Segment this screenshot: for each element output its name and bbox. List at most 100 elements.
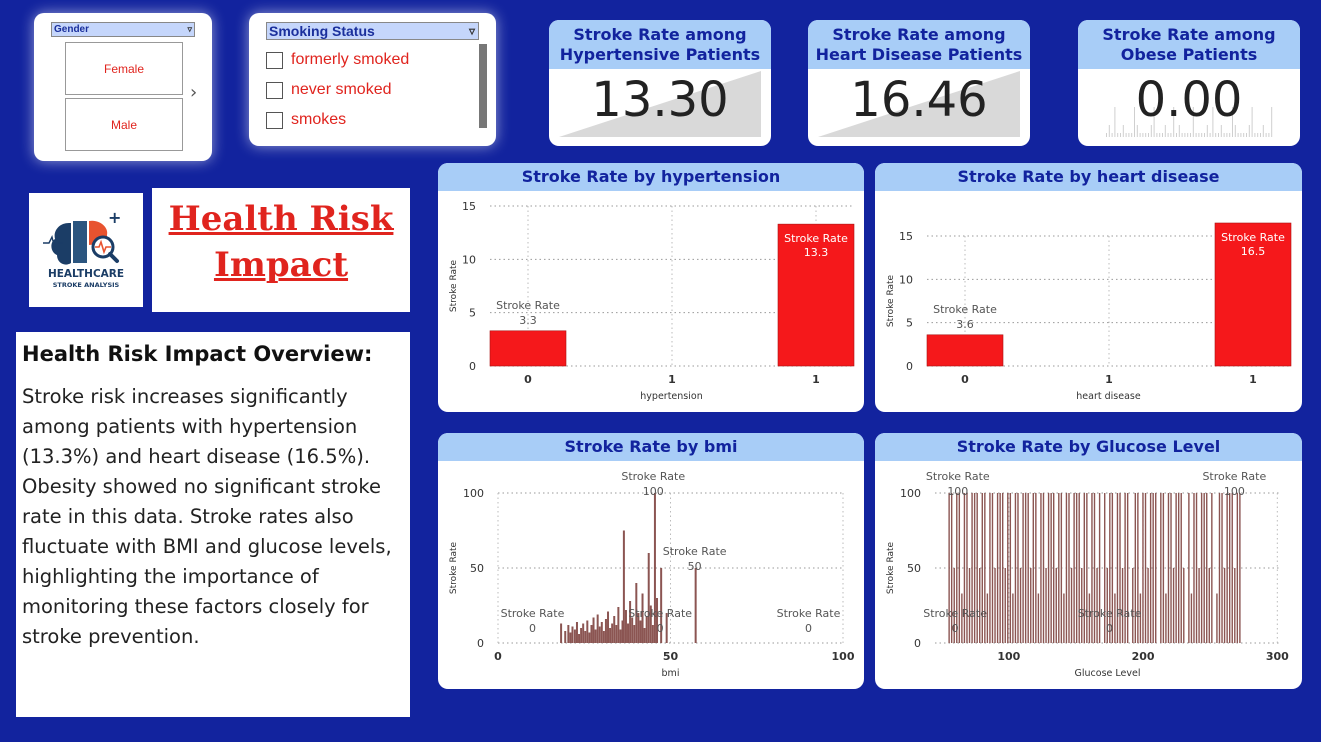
chart-title: Stroke Rate by hypertension <box>438 163 864 191</box>
scrollbar[interactable] <box>479 44 487 128</box>
gender-option-female[interactable]: Female <box>65 42 183 95</box>
y-tick-label: 5 <box>469 307 476 320</box>
bar <box>1134 493 1137 643</box>
data-label: Stroke Rate <box>784 232 848 245</box>
smoking-option-formerly-smoked[interactable]: formerly smoked <box>266 49 409 71</box>
bar <box>1137 493 1139 643</box>
x-axis-label: Glucose Level <box>1075 668 1141 679</box>
bar <box>1045 568 1047 643</box>
y-tick-label: 5 <box>906 317 913 330</box>
smoking-option-never-smoked[interactable]: never smoked <box>266 79 392 101</box>
sparkline-bar <box>1148 133 1149 137</box>
bar <box>609 628 612 643</box>
bar <box>1068 493 1070 643</box>
bar <box>622 530 625 643</box>
bar <box>694 568 697 643</box>
bar <box>1060 493 1063 643</box>
bar <box>575 622 578 643</box>
gender-slicer-title: Gender <box>54 24 90 35</box>
bar <box>1177 493 1180 643</box>
bar <box>971 493 973 643</box>
bar <box>1042 493 1045 643</box>
bar <box>1198 568 1200 643</box>
sparkline-bar <box>1159 133 1161 137</box>
data-label-value: 0 <box>805 622 812 635</box>
bar <box>1239 493 1241 643</box>
kpi-title: Stroke Rate among Heart Disease Patients <box>808 20 1030 69</box>
sparkline-bar <box>1156 133 1158 137</box>
bar <box>645 616 648 643</box>
gender-slicer: Gender ▿ Female Male › <box>34 13 212 161</box>
data-label-value: 100 <box>643 485 664 498</box>
bar <box>1218 493 1221 643</box>
checkbox[interactable] <box>266 111 283 129</box>
bar <box>569 632 572 643</box>
x-tick-label: 0 <box>494 650 502 663</box>
bar <box>1073 493 1075 643</box>
bar <box>1050 493 1052 643</box>
sparkline-bar <box>1120 133 1121 137</box>
svg-text:+: + <box>108 208 121 227</box>
page-title-box: Health Risk Impact <box>152 188 410 312</box>
x-tick-label: 1 <box>1249 373 1257 386</box>
bar <box>981 493 983 643</box>
data-label-value: 16.5 <box>1241 245 1266 258</box>
bar <box>973 493 976 643</box>
y-axis-label: Stroke Rate <box>449 541 459 594</box>
bar <box>1070 568 1073 643</box>
overview-text-box: Health Risk Impact Overview: Stroke risk… <box>16 332 410 717</box>
kpi-card-heart-disease: Stroke Rate among Heart Disease Patients… <box>808 20 1030 146</box>
smoking-option-smokes[interactable]: smokes <box>266 109 346 131</box>
bar <box>611 623 614 643</box>
bar <box>647 553 650 643</box>
sparkline-bar <box>1181 133 1183 137</box>
bar <box>984 493 986 643</box>
chart-title: Stroke Rate by bmi <box>438 433 864 461</box>
bar <box>1014 493 1017 643</box>
y-tick-label: 10 <box>899 273 913 286</box>
chevron-right-icon[interactable]: › <box>190 84 200 102</box>
bar <box>578 634 581 643</box>
bar <box>1075 493 1078 643</box>
bar <box>1211 493 1213 643</box>
sparkline-bar <box>1187 133 1189 137</box>
bar <box>586 620 589 643</box>
bar <box>966 493 968 643</box>
page-title-line2: Impact <box>213 245 349 285</box>
checkbox[interactable] <box>266 51 283 69</box>
bar <box>1032 493 1034 643</box>
bar <box>1175 493 1177 643</box>
bar <box>1065 493 1068 643</box>
bar <box>1188 493 1190 643</box>
bar <box>653 493 656 643</box>
bar <box>1221 493 1223 643</box>
sparkline-bar <box>1167 133 1169 137</box>
bar <box>580 628 583 643</box>
y-tick-label: 0 <box>477 637 484 650</box>
checkbox[interactable] <box>266 81 283 99</box>
gender-option-male[interactable]: Male <box>65 98 183 151</box>
sparkline-bar <box>1190 133 1191 137</box>
chevron-down-icon[interactable]: ▿ <box>187 23 192 36</box>
chart-plot: 0 5 10 15 Stroke Rate heart disease 0 1 1 Stroke … <box>886 222 1292 402</box>
sparkline-bar <box>1268 133 1270 137</box>
chart-glucose: Stroke Rate by Glucose Level 0 50 100 Strok… <box>875 433 1302 689</box>
bar <box>567 625 570 643</box>
chart-heart-disease: Stroke Rate by heart disease 0 5 10 15 Strok… <box>875 163 1302 412</box>
data-label: Stroke Rate <box>496 299 560 312</box>
kpi-title: Stroke Rate among Hypertensive Patients <box>549 20 771 69</box>
bar <box>1142 493 1144 643</box>
bar <box>1234 568 1236 643</box>
bar <box>1109 493 1111 643</box>
y-tick-label: 50 <box>470 562 484 575</box>
overview-heading: Health Risk Impact Overview: <box>22 342 373 366</box>
sparkline-bar <box>1139 133 1141 137</box>
smoking-slicer-header[interactable]: Smoking Status ▿ <box>266 22 479 40</box>
bar <box>1078 493 1080 643</box>
bar <box>1195 493 1198 643</box>
chevron-down-icon[interactable]: ▿ <box>469 23 475 39</box>
bar <box>1047 493 1050 643</box>
x-tick-label: 0 <box>961 373 969 386</box>
gender-slicer-header[interactable]: Gender ▿ <box>51 22 195 37</box>
bar <box>584 631 587 643</box>
